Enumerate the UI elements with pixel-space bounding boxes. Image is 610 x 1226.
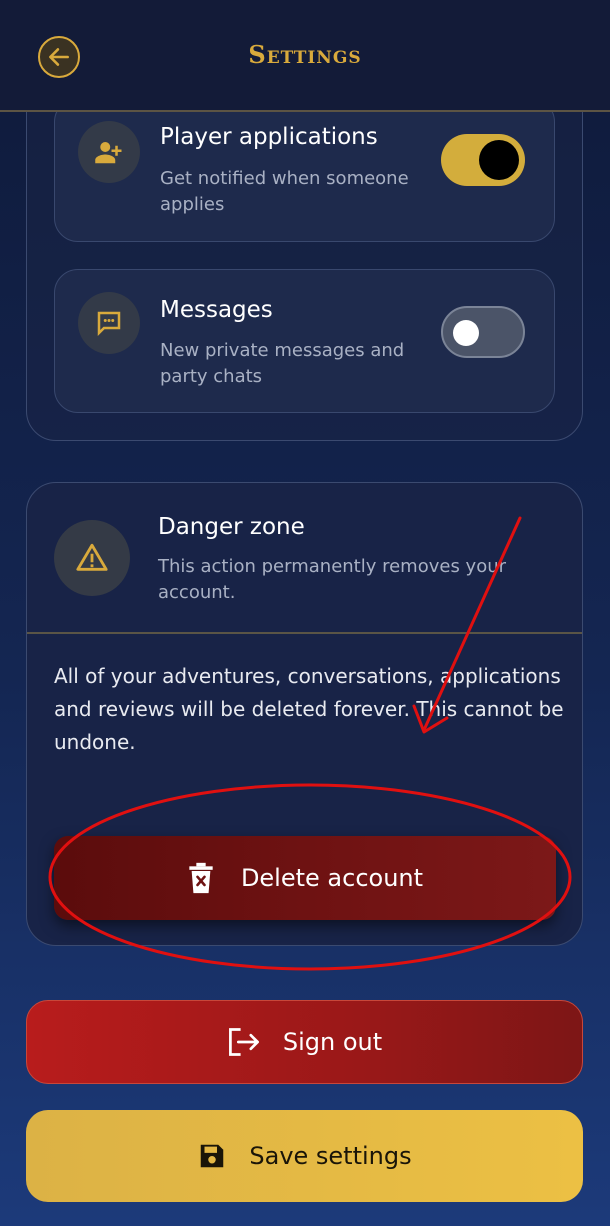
trash-x-icon bbox=[189, 862, 213, 894]
sign-out-label: Sign out bbox=[282, 1028, 383, 1056]
messages-title: Messages bbox=[160, 297, 273, 323]
save-settings-label: Save settings bbox=[249, 1142, 412, 1170]
danger-zone-title: Danger zone bbox=[158, 514, 305, 540]
warning-icon bbox=[54, 520, 130, 596]
player-applications-toggle[interactable] bbox=[441, 134, 525, 186]
logout-icon bbox=[228, 1028, 259, 1056]
sign-out-button[interactable]: Sign out bbox=[26, 1000, 583, 1084]
player-applications-description: Get notified when someone applies bbox=[160, 168, 409, 215]
player-applications-title: Player applications bbox=[160, 124, 378, 150]
delete-account-button[interactable]: Delete account bbox=[54, 836, 556, 920]
messages-toggle[interactable] bbox=[441, 306, 525, 358]
toggle-knob bbox=[479, 140, 519, 180]
messages-description: New private messages and party chats bbox=[160, 340, 405, 387]
page-title: Settings bbox=[248, 40, 362, 69]
danger-zone-body: All of your adventures, conversations, a… bbox=[54, 664, 564, 754]
person-add-icon bbox=[78, 121, 140, 183]
danger-zone-subtitle: This action permanently removes your acc… bbox=[158, 556, 507, 603]
chat-bubble-icon bbox=[78, 292, 140, 354]
app-header: Settings bbox=[0, 0, 610, 112]
toggle-knob bbox=[453, 320, 479, 346]
save-icon bbox=[201, 1144, 224, 1168]
save-settings-button[interactable]: Save settings bbox=[26, 1110, 583, 1202]
delete-account-label: Delete account bbox=[240, 864, 424, 892]
danger-zone-divider bbox=[27, 632, 582, 634]
